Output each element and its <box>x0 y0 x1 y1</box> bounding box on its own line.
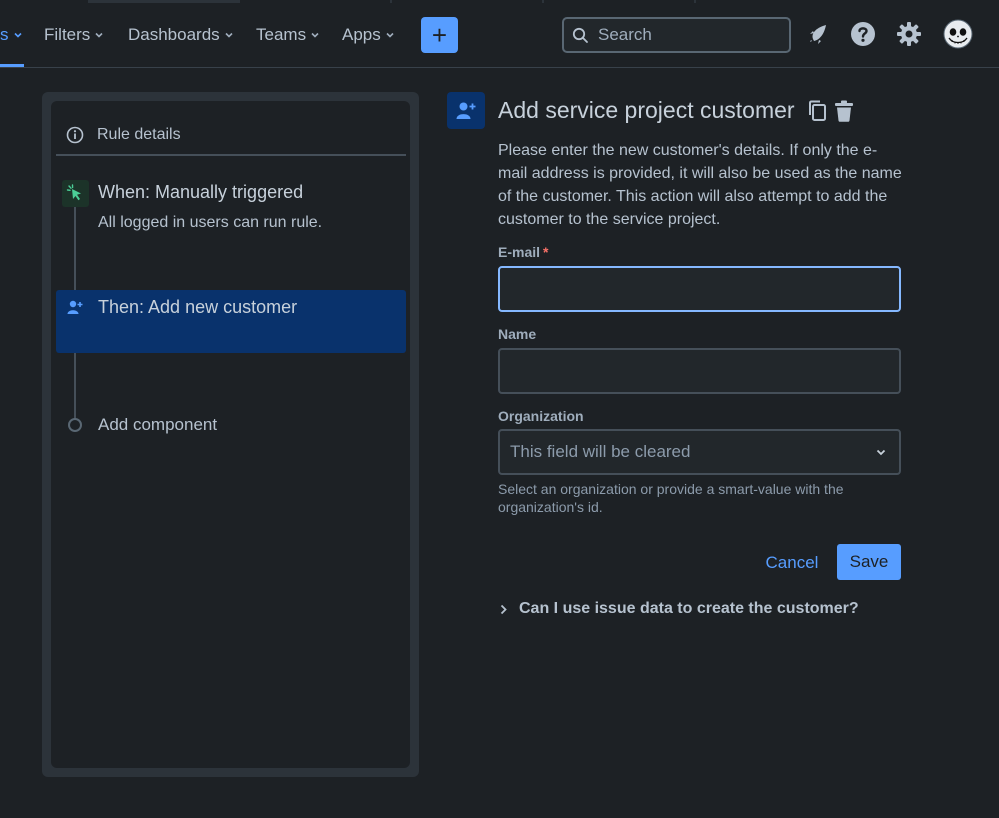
tab-strip-divider <box>694 0 696 3</box>
organization-helper-text: Select an organization or provide a smar… <box>498 481 844 515</box>
nav-item-dashboards[interactable]: Dashboards <box>128 24 234 46</box>
settings-icon[interactable] <box>895 20 923 48</box>
nav-item-label: s <box>0 25 9 44</box>
nav-item-apps[interactable]: Apps <box>342 24 395 46</box>
nav-item-projects[interactable]: s <box>0 24 23 46</box>
nav-item-label: Teams <box>256 25 307 44</box>
active-nav-indicator <box>0 64 24 67</box>
email-field[interactable] <box>498 266 901 312</box>
chevron-down-icon <box>225 32 233 38</box>
email-input[interactable] <box>500 268 899 310</box>
chevron-down-icon <box>95 32 103 38</box>
action-step-title: Then: Add new customer <box>98 297 298 317</box>
nav-item-label: Apps <box>342 25 381 44</box>
organization-label: Organization <box>498 408 584 424</box>
organization-select-value: This field will be cleared <box>510 442 691 461</box>
avatar[interactable] <box>943 19 973 49</box>
chevron-down-icon <box>311 32 319 38</box>
nav-item-teams[interactable]: Teams <box>256 24 320 46</box>
chevron-down-icon <box>386 32 394 38</box>
organization-select[interactable]: This field will be cleared <box>498 429 901 475</box>
plus-icon: + <box>431 20 448 50</box>
name-input[interactable] <box>500 350 899 392</box>
add-component-dot <box>68 418 82 432</box>
name-label: Name <box>498 326 537 342</box>
rule-details-label: Rule details <box>97 126 181 143</box>
email-label: E-mail * <box>498 244 548 260</box>
tab-strip-divider <box>390 0 392 3</box>
notifications-icon[interactable] <box>804 20 832 48</box>
faq-expander[interactable]: Can I use issue data to create the custo… <box>498 598 859 620</box>
add-component-link[interactable]: Add component <box>98 415 217 435</box>
nav-item-label: Filters <box>44 25 91 44</box>
trigger-step-title[interactable]: When: Manually triggered <box>98 182 303 203</box>
chevron-down-icon <box>13 32 22 38</box>
step-connector <box>74 207 76 290</box>
chevron-right-icon <box>500 604 507 614</box>
action-title: Add service project customer <box>498 97 795 123</box>
create-button[interactable]: + <box>421 17 458 53</box>
trigger-step-subtitle: All logged in users can run rule. <box>98 214 323 231</box>
search-input[interactable] <box>598 25 778 45</box>
help-icon[interactable] <box>849 20 877 48</box>
search-icon <box>572 27 588 43</box>
search-box[interactable] <box>562 17 791 53</box>
tab-strip-divider <box>542 0 544 3</box>
rule-details-link[interactable]: Rule details <box>66 125 181 145</box>
step-connector <box>74 353 76 419</box>
nav-item-filters[interactable]: Filters <box>44 24 104 46</box>
action-header-icon <box>447 92 485 129</box>
required-indicator: * <box>543 244 549 260</box>
info-icon <box>66 126 84 144</box>
chevron-down-icon <box>876 449 886 456</box>
delete-icon[interactable] <box>833 99 855 123</box>
name-field[interactable] <box>498 348 901 394</box>
tab-strip <box>88 0 240 3</box>
add-customer-icon <box>456 102 476 119</box>
action-description: Please enter the new customer's details.… <box>498 142 902 228</box>
add-customer-icon <box>67 300 83 314</box>
save-button[interactable]: Save <box>837 544 901 580</box>
faq-label: Can I use issue data to create the custo… <box>519 600 859 617</box>
copy-icon[interactable] <box>807 99 829 123</box>
top-navigation: s Filters Dashboards Teams Apps + <box>0 0 999 68</box>
nav-item-label: Dashboards <box>128 25 220 44</box>
cancel-button[interactable]: Cancel <box>756 545 828 580</box>
email-label-text: E-mail <box>498 244 541 260</box>
divider <box>56 154 406 156</box>
cursor-click-icon <box>66 184 81 201</box>
manual-trigger-icon <box>62 180 89 207</box>
